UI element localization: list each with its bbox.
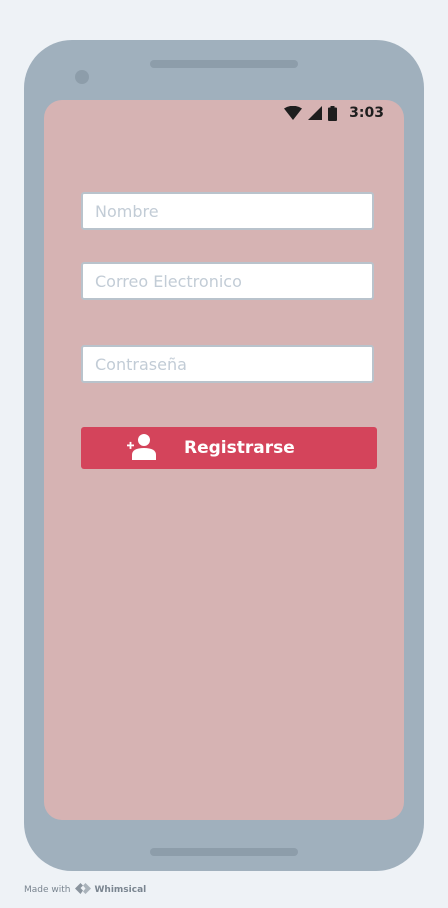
made-with-whimsical-badge: Made with Whimsical bbox=[24, 883, 146, 897]
phone-screen: 3:03 Registrarse bbox=[44, 100, 404, 820]
made-with-text: Made with bbox=[24, 885, 71, 895]
whimsical-logo-icon bbox=[74, 883, 91, 897]
name-field[interactable] bbox=[81, 192, 374, 230]
front-camera bbox=[75, 70, 89, 84]
register-button-label: Registrarse bbox=[184, 438, 295, 458]
bottom-speaker bbox=[150, 848, 298, 856]
status-bar: 3:03 bbox=[284, 103, 384, 123]
whimsical-brand-text: Whimsical bbox=[94, 885, 147, 895]
top-speaker bbox=[150, 60, 298, 68]
add-user-icon bbox=[127, 432, 157, 465]
password-field[interactable] bbox=[81, 345, 374, 383]
signal-icon bbox=[308, 106, 323, 120]
battery-icon bbox=[328, 105, 338, 121]
phone-frame: 3:03 Registrarse bbox=[24, 40, 424, 871]
register-button[interactable]: Registrarse bbox=[81, 427, 377, 469]
status-time: 3:03 bbox=[349, 105, 384, 121]
wifi-icon bbox=[284, 106, 303, 120]
email-field[interactable] bbox=[81, 262, 374, 300]
